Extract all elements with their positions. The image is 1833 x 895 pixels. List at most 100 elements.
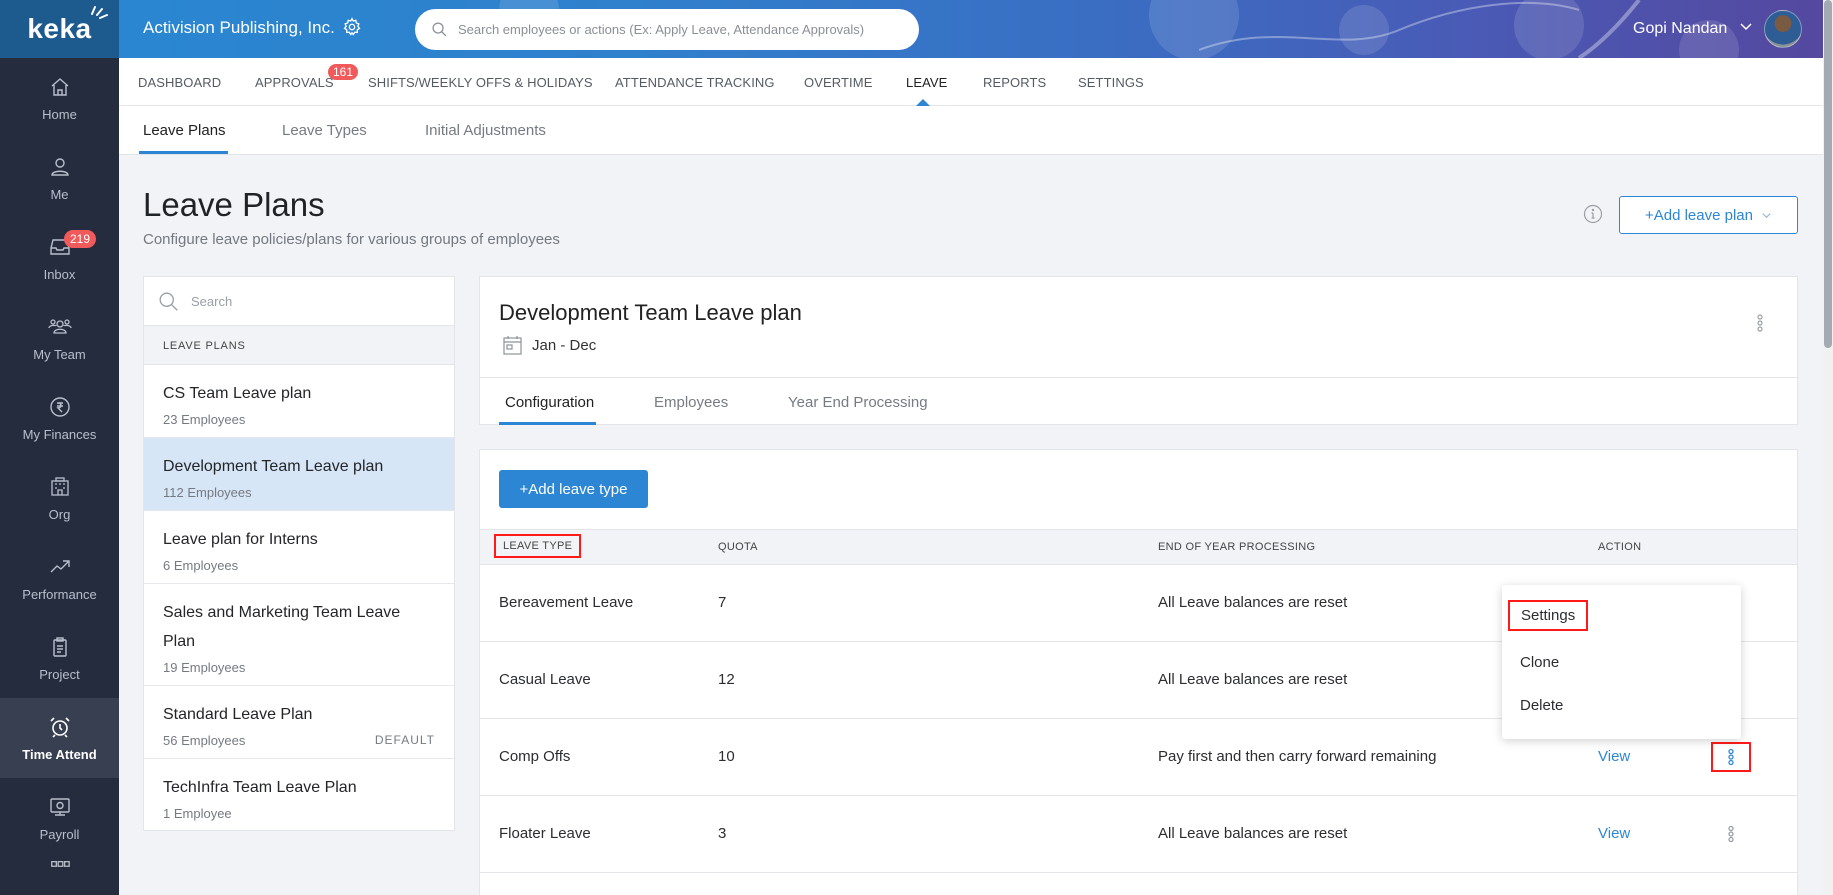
- page-subtitle: Configure leave policies/plans for vario…: [143, 231, 560, 248]
- sidebar-label: Me: [50, 186, 69, 202]
- subtab-initial-adjustments[interactable]: Initial Adjustments: [425, 122, 546, 139]
- plan-name: Leave plan for Interns: [163, 531, 318, 548]
- sidebar-label: My Finances: [22, 426, 97, 442]
- sidebar-item-more[interactable]: [0, 858, 119, 888]
- sidebar-item-home[interactable]: Home: [0, 58, 119, 138]
- sidebar-item-inbox[interactable]: 219 Inbox: [0, 218, 119, 298]
- tab-employees[interactable]: Employees: [654, 394, 728, 411]
- menu-item-delete[interactable]: Delete: [1520, 697, 1563, 714]
- nav-overtime[interactable]: OVERTIME: [804, 75, 872, 90]
- subtab-leave-plans[interactable]: Leave Plans: [143, 122, 226, 139]
- sidebar-item-my-finances[interactable]: My Finances: [0, 378, 119, 458]
- add-leave-type-button[interactable]: +Add leave type: [499, 470, 648, 508]
- plan-item[interactable]: CS Team Leave plan 23 Employees: [144, 365, 454, 438]
- nav-approvals[interactable]: APPROVALS: [255, 75, 334, 90]
- sidebar-label: Org: [48, 506, 71, 522]
- team-icon: [47, 318, 72, 334]
- keka-logo: keka: [27, 6, 108, 45]
- view-link[interactable]: View: [1598, 748, 1630, 765]
- page-scrollbar[interactable]: [1823, 0, 1833, 895]
- leave-plans-list: LEAVE PLANS CS Team Leave plan 23 Employ…: [143, 276, 455, 831]
- leave-quota: 3: [718, 825, 727, 842]
- plan-employee-count: 1 Employee: [163, 806, 232, 821]
- table-header: LEAVE TYPE QUOTA END OF YEAR PROCESSING …: [480, 529, 1797, 565]
- global-search-input[interactable]: [458, 22, 898, 37]
- column-leave-type: LEAVE TYPE: [493, 534, 582, 558]
- end-of-year-rule: Pay first and then carry forward remaini…: [1158, 748, 1437, 765]
- table-row: Floater Leave 3 All Leave balances are r…: [480, 796, 1797, 873]
- row-menu-button[interactable]: [1720, 822, 1742, 846]
- column-end-of-year: END OF YEAR PROCESSING: [1158, 541, 1316, 553]
- user-avatar[interactable]: [1764, 10, 1802, 48]
- chevron-down-icon: [1762, 212, 1771, 218]
- plan-employee-count: 19 Employees: [163, 660, 246, 675]
- sidebar-label: Payroll: [39, 826, 80, 842]
- more-vertical-icon[interactable]: [1756, 313, 1764, 333]
- apps-grid-icon: [50, 861, 70, 867]
- search-icon: [159, 292, 178, 311]
- plan-item-selected[interactable]: Development Team Leave plan 112 Employee…: [144, 438, 454, 511]
- plan-search-input[interactable]: [191, 293, 431, 309]
- plan-item[interactable]: Standard Leave Plan 56 Employees DEFAULT: [144, 686, 454, 759]
- alarm-clock-icon: [49, 716, 70, 738]
- leave-subtabs: Leave Plans Leave Types Initial Adjustme…: [119, 106, 1823, 155]
- inbox-count-badge: 219: [64, 230, 97, 248]
- sidebar-item-project[interactable]: Project: [0, 618, 119, 698]
- sidebar-item-time-attend[interactable]: Time Attend: [0, 698, 119, 778]
- end-of-year-rule: All Leave balances are reset: [1158, 671, 1348, 688]
- sidebar-item-my-team[interactable]: My Team: [0, 298, 119, 378]
- nav-attendance-tracking[interactable]: ATTENDANCE TRACKING: [615, 75, 775, 90]
- approvals-count-badge: 161: [328, 64, 359, 80]
- sidebar-label: Inbox: [43, 266, 76, 282]
- sidebar-item-me[interactable]: Me: [0, 138, 119, 218]
- trend-icon: [50, 559, 70, 572]
- sidebar-item-org[interactable]: Org: [0, 458, 119, 538]
- plan-search[interactable]: [144, 277, 454, 326]
- leave-quota: 10: [718, 748, 735, 765]
- payroll-monitor-icon: [49, 797, 70, 816]
- sidebar-item-performance[interactable]: Performance: [0, 538, 119, 618]
- leave-type-name: Comp Offs: [499, 748, 571, 765]
- sidebar-label: Performance: [22, 586, 97, 602]
- subtab-leave-types[interactable]: Leave Types: [282, 122, 367, 139]
- row-menu-button[interactable]: [1711, 742, 1751, 772]
- scrollbar-thumb[interactable]: [1824, 0, 1832, 348]
- user-name[interactable]: Gopi Nandan: [1633, 20, 1727, 38]
- more-vertical-icon: [1728, 748, 1734, 766]
- nav-settings[interactable]: SETTINGS: [1078, 75, 1144, 90]
- plan-item[interactable]: TechInfra Team Leave Plan 1 Employee: [144, 759, 454, 831]
- nav-reports[interactable]: REPORTS: [983, 75, 1046, 90]
- end-of-year-rule: All Leave balances are reset: [1158, 594, 1348, 611]
- chevron-down-icon[interactable]: [1739, 20, 1753, 34]
- column-action: ACTION: [1598, 541, 1642, 553]
- leave-quota: 7: [718, 594, 727, 611]
- logo-rays-icon: [90, 6, 108, 19]
- global-search[interactable]: [415, 9, 919, 50]
- plan-item[interactable]: Leave plan for Interns 6 Employees: [144, 511, 454, 584]
- module-nav: DASHBOARD APPROVALS 161 SHIFTS/WEEKLY OF…: [119, 58, 1823, 106]
- info-icon[interactable]: [1583, 204, 1603, 224]
- default-plan-tag: DEFAULT: [374, 733, 435, 747]
- plan-item[interactable]: Sales and Marketing Team Leave Plan 19 E…: [144, 584, 454, 686]
- leave-type-name: Casual Leave: [499, 671, 591, 688]
- menu-item-settings[interactable]: Settings: [1507, 600, 1589, 631]
- view-link[interactable]: View: [1598, 825, 1630, 842]
- menu-item-clone[interactable]: Clone: [1520, 654, 1559, 671]
- divider: [480, 377, 1797, 378]
- more-vertical-icon: [1728, 825, 1734, 843]
- nav-dashboard[interactable]: DASHBOARD: [138, 75, 221, 90]
- leave-type-name: Bereavement Leave: [499, 594, 634, 611]
- plan-name: TechInfra Team Leave Plan: [163, 779, 357, 796]
- tab-year-end-processing[interactable]: Year End Processing: [788, 394, 928, 411]
- sidebar-label: Project: [39, 666, 80, 682]
- add-leave-plan-button[interactable]: +Add leave plan: [1619, 196, 1798, 234]
- tab-configuration[interactable]: Configuration: [505, 394, 594, 411]
- user-icon: [50, 157, 69, 176]
- top-header: Activision Publishing, Inc. Gopi Nandan: [119, 0, 1823, 58]
- gear-icon[interactable]: [342, 17, 362, 37]
- sidebar-item-payroll[interactable]: Payroll: [0, 778, 119, 858]
- nav-shifts[interactable]: SHIFTS/WEEKLY OFFS & HOLIDAYS: [368, 75, 593, 90]
- company-name[interactable]: Activision Publishing, Inc.: [143, 18, 335, 38]
- nav-leave[interactable]: LEAVE: [906, 75, 947, 90]
- logo-area[interactable]: keka: [0, 0, 119, 58]
